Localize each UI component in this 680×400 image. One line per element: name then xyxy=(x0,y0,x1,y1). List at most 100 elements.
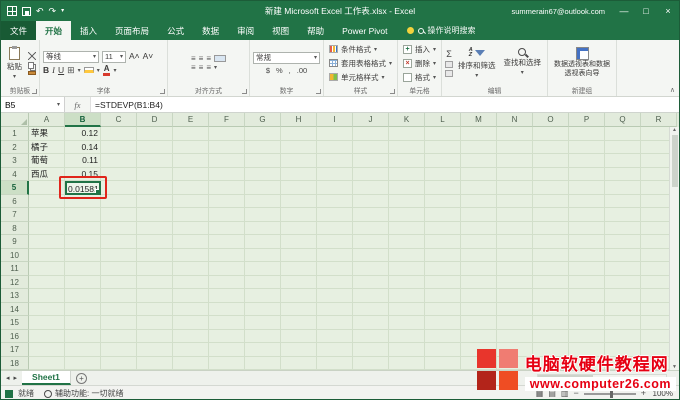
cell-A10[interactable] xyxy=(29,249,65,263)
tab-page-layout[interactable]: 页面布局 xyxy=(106,21,158,40)
dialog-launcher-icon[interactable] xyxy=(242,89,247,94)
cell-G16[interactable] xyxy=(245,330,281,344)
cell-O15[interactable] xyxy=(533,316,569,330)
cell-I3[interactable] xyxy=(317,154,353,168)
cell-Q6[interactable] xyxy=(605,195,641,209)
cell-F17[interactable] xyxy=(209,343,245,357)
cell-E7[interactable] xyxy=(173,208,209,222)
cell-H13[interactable] xyxy=(281,289,317,303)
cell-H15[interactable] xyxy=(281,316,317,330)
row-header-17[interactable]: 17 xyxy=(1,343,29,357)
cell-J17[interactable] xyxy=(353,343,389,357)
cell-J1[interactable] xyxy=(353,127,389,141)
column-header-E[interactable]: E xyxy=(173,113,209,127)
cell-D15[interactable] xyxy=(137,316,173,330)
shrink-font-icon[interactable]: A˅ xyxy=(143,52,154,61)
cell-P8[interactable] xyxy=(569,222,605,236)
cell-A4[interactable]: 西瓜 xyxy=(29,168,65,182)
cell-C4[interactable] xyxy=(101,168,137,182)
cell-P14[interactable] xyxy=(569,303,605,317)
cell-G7[interactable] xyxy=(245,208,281,222)
cell-O7[interactable] xyxy=(533,208,569,222)
cell-G13[interactable] xyxy=(245,289,281,303)
cell-Q4[interactable] xyxy=(605,168,641,182)
font-family-select[interactable]: 等线▾ xyxy=(43,51,99,63)
cell-G3[interactable] xyxy=(245,154,281,168)
cell-B7[interactable] xyxy=(65,208,101,222)
tab-formulas[interactable]: 公式 xyxy=(158,21,193,40)
cell-J16[interactable] xyxy=(353,330,389,344)
cell-H4[interactable] xyxy=(281,168,317,182)
bold-button[interactable]: B xyxy=(43,66,49,75)
cell-D11[interactable] xyxy=(137,262,173,276)
font-color-icon[interactable]: A xyxy=(103,65,111,76)
column-header-G[interactable]: G xyxy=(245,113,281,127)
cell-D3[interactable] xyxy=(137,154,173,168)
cell-J5[interactable] xyxy=(353,181,389,195)
row-header-11[interactable]: 11 xyxy=(1,262,29,276)
column-header-B[interactable]: B xyxy=(65,113,101,127)
cell-M12[interactable] xyxy=(461,276,497,290)
cell-N10[interactable] xyxy=(497,249,533,263)
cell-M10[interactable] xyxy=(461,249,497,263)
cell-P4[interactable] xyxy=(569,168,605,182)
cell-I18[interactable] xyxy=(317,357,353,371)
row-header-8[interactable]: 8 xyxy=(1,222,29,236)
cell-L15[interactable] xyxy=(425,316,461,330)
dialog-launcher-icon[interactable] xyxy=(390,89,395,94)
cell-I11[interactable] xyxy=(317,262,353,276)
close-button[interactable]: × xyxy=(657,1,679,21)
column-header-P[interactable]: P xyxy=(569,113,605,127)
cell-J2[interactable] xyxy=(353,141,389,155)
cell-A13[interactable] xyxy=(29,289,65,303)
cell-E6[interactable] xyxy=(173,195,209,209)
cell-C11[interactable] xyxy=(101,262,137,276)
cell-J11[interactable] xyxy=(353,262,389,276)
align-top-icon[interactable]: ≡ xyxy=(191,55,196,63)
cell-Q7[interactable] xyxy=(605,208,641,222)
name-box[interactable]: B5 ▾ xyxy=(1,97,65,112)
cell-L4[interactable] xyxy=(425,168,461,182)
cell-D5[interactable] xyxy=(137,181,173,195)
cell-B18[interactable] xyxy=(65,357,101,371)
worksheet-grid[interactable]: 1苹果0.122橘子0.143葡萄0.114西瓜0.1550.015811678… xyxy=(1,127,679,370)
cell-D4[interactable] xyxy=(137,168,173,182)
cell-L3[interactable] xyxy=(425,154,461,168)
align-left-icon[interactable]: ≡ xyxy=(191,64,196,72)
cell-L13[interactable] xyxy=(425,289,461,303)
cell-P6[interactable] xyxy=(569,195,605,209)
format-as-table-button[interactable]: 套用表格格式 ▾ xyxy=(327,57,394,70)
cell-B17[interactable] xyxy=(65,343,101,357)
vertical-scroll-thumb[interactable] xyxy=(672,135,678,187)
column-header-N[interactable]: N xyxy=(497,113,533,127)
cell-O5[interactable] xyxy=(533,181,569,195)
cell-J3[interactable] xyxy=(353,154,389,168)
cell-D8[interactable] xyxy=(137,222,173,236)
cell-E8[interactable] xyxy=(173,222,209,236)
cell-I4[interactable] xyxy=(317,168,353,182)
maximize-button[interactable]: □ xyxy=(635,1,657,21)
autosum-icon[interactable]: Σ xyxy=(446,50,452,59)
cell-G10[interactable] xyxy=(245,249,281,263)
cell-D1[interactable] xyxy=(137,127,173,141)
cell-E9[interactable] xyxy=(173,235,209,249)
comma-format-icon[interactable]: , xyxy=(289,66,291,75)
cell-E18[interactable] xyxy=(173,357,209,371)
cell-K14[interactable] xyxy=(389,303,425,317)
cell-D14[interactable] xyxy=(137,303,173,317)
cell-C16[interactable] xyxy=(101,330,137,344)
cell-H12[interactable] xyxy=(281,276,317,290)
cell-E3[interactable] xyxy=(173,154,209,168)
cell-J6[interactable] xyxy=(353,195,389,209)
cell-A14[interactable] xyxy=(29,303,65,317)
tab-insert[interactable]: 插入 xyxy=(71,21,106,40)
column-header-Q[interactable]: Q xyxy=(605,113,641,127)
cell-F8[interactable] xyxy=(209,222,245,236)
number-format-select[interactable]: 常规▾ xyxy=(253,52,320,64)
cell-J8[interactable] xyxy=(353,222,389,236)
cell-styles-button[interactable]: 单元格样式 ▾ xyxy=(327,71,394,84)
fill-icon[interactable] xyxy=(445,61,453,68)
cell-A11[interactable] xyxy=(29,262,65,276)
cell-H9[interactable] xyxy=(281,235,317,249)
cell-N5[interactable] xyxy=(497,181,533,195)
